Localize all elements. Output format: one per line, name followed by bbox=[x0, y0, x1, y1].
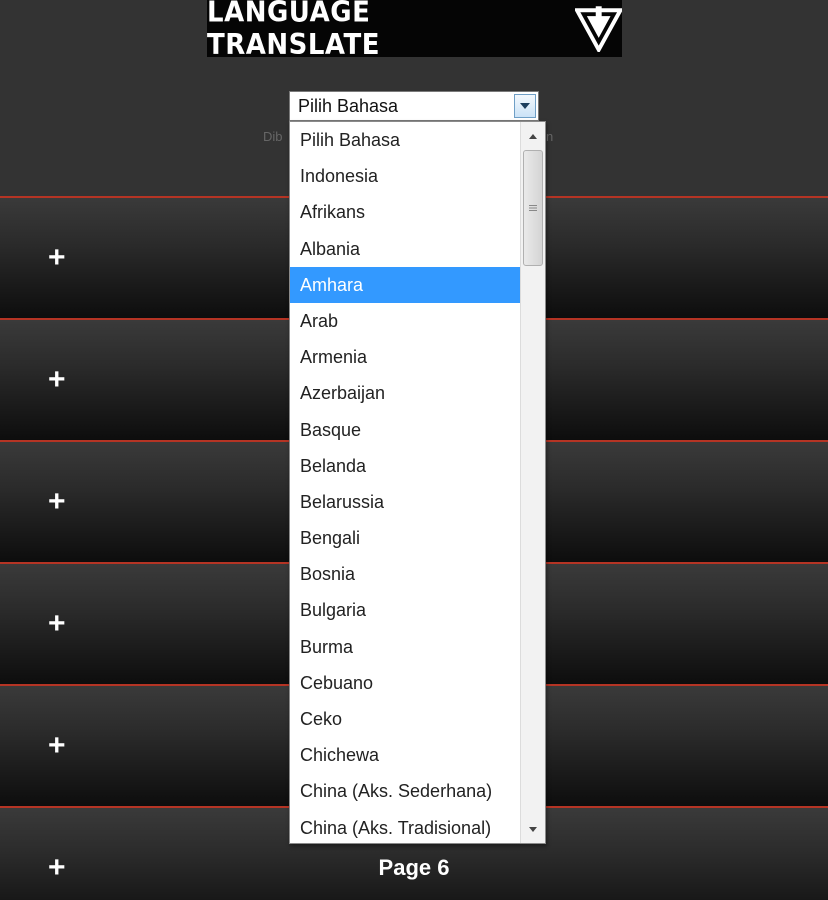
language-option[interactable]: Afrikans bbox=[290, 194, 521, 230]
language-option[interactable]: Basque bbox=[290, 412, 521, 448]
language-option[interactable]: Chichewa bbox=[290, 737, 521, 773]
plus-icon[interactable]: + bbox=[48, 243, 66, 273]
language-option[interactable]: Cebuano bbox=[290, 665, 521, 701]
language-option[interactable]: Azerbaijan bbox=[290, 375, 521, 411]
scroll-down-button[interactable] bbox=[521, 819, 545, 839]
language-option[interactable]: Albania bbox=[290, 231, 521, 267]
plus-icon[interactable]: + bbox=[48, 365, 66, 395]
language-option[interactable]: Belarussia bbox=[290, 484, 521, 520]
language-option[interactable]: Ceko bbox=[290, 701, 521, 737]
language-option[interactable]: China (Aks. Sederhana) bbox=[290, 773, 521, 809]
language-options: Pilih Bahasa Indonesia Afrikans Albania Amha… bbox=[290, 122, 521, 846]
language-option[interactable]: Pilih Bahasa bbox=[290, 122, 521, 158]
dropdown-scrollbar[interactable] bbox=[520, 122, 545, 843]
scroll-up-arrow-icon bbox=[529, 133, 537, 139]
language-option[interactable]: Bengali bbox=[290, 520, 521, 556]
language-option[interactable]: Belanda bbox=[290, 448, 521, 484]
dropdown-arrow-button[interactable] bbox=[514, 94, 536, 118]
plus-icon[interactable]: + bbox=[48, 487, 66, 517]
app-title: LANGUAGE TRANSLATE bbox=[207, 0, 381, 61]
scroll-up-button[interactable] bbox=[521, 126, 545, 146]
plus-icon[interactable]: + bbox=[48, 609, 66, 639]
scroll-down-arrow-icon bbox=[529, 826, 537, 832]
language-option[interactable]: Bosnia bbox=[290, 556, 521, 592]
grip-icon bbox=[529, 205, 537, 211]
language-option[interactable]: Arab bbox=[290, 303, 521, 339]
language-option[interactable]: Bulgaria bbox=[290, 592, 521, 628]
page-label: Page 6 bbox=[378, 855, 450, 880]
plus-icon[interactable]: + bbox=[48, 731, 66, 761]
chevron-down-icon bbox=[520, 103, 530, 109]
partial-note-right: n bbox=[546, 129, 554, 144]
scrollbar-thumb[interactable] bbox=[523, 150, 543, 266]
app-header: LANGUAGE TRANSLATE bbox=[207, 0, 622, 61]
language-option[interactable]: Burma bbox=[290, 629, 521, 665]
language-option[interactable]: Amhara bbox=[290, 266, 521, 303]
language-option[interactable]: Armenia bbox=[290, 339, 521, 375]
language-option[interactable]: China (Aks. Tradisional) bbox=[290, 810, 521, 846]
language-dropdown-list[interactable]: Pilih Bahasa Indonesia Afrikans Albania Amha… bbox=[289, 121, 546, 844]
language-select[interactable]: Pilih Bahasa bbox=[289, 91, 539, 121]
language-option[interactable]: Indonesia bbox=[290, 158, 521, 194]
inverted-triangle-arrow-icon bbox=[574, 5, 622, 52]
language-select-value: Pilih Bahasa bbox=[298, 96, 399, 116]
